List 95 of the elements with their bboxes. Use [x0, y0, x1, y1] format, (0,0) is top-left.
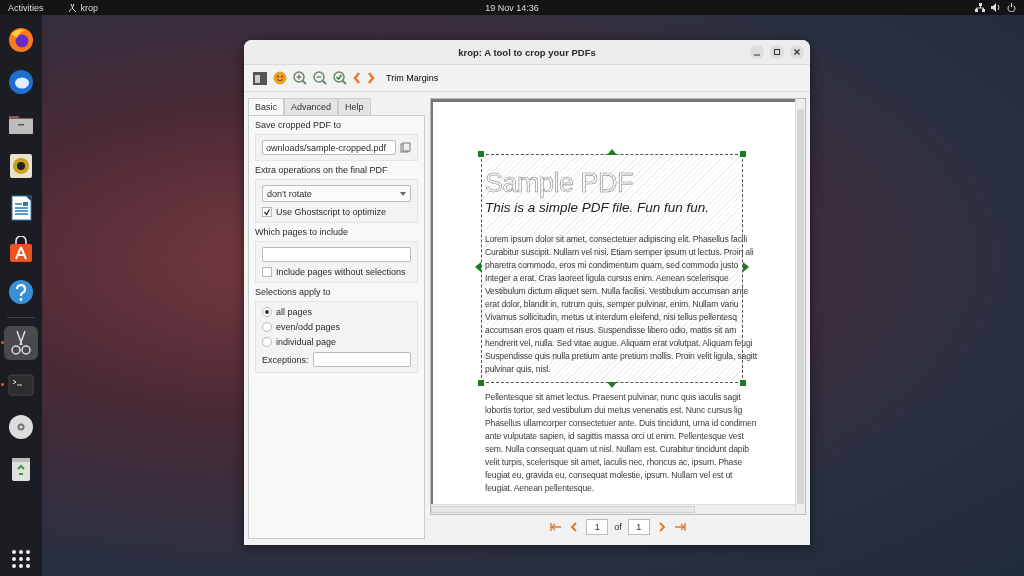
radio-button[interactable] — [262, 307, 272, 317]
text-line: Pellentesque sit amet lectus. Praesent pulvinar, nunc quis iaculis sagit — [485, 391, 741, 404]
speaker-icon — [7, 152, 35, 180]
horizontal-scrollbar[interactable] — [431, 504, 795, 514]
last-page-button[interactable] — [673, 522, 686, 532]
network-icon[interactable] — [975, 3, 985, 12]
copy-icon — [400, 142, 411, 153]
text-line: Vivamus sollicitudin, metus ut interdum eleifend, nisi tellus pellentesq — [485, 311, 737, 324]
browse-button[interactable] — [400, 142, 411, 153]
vertical-scrollbar[interactable] — [795, 99, 805, 514]
text-line: ante vulputate sapien, id sagittis massa orci ut enim. Pellentesque vest — [485, 430, 744, 443]
text-line: accumsan eros quam et risus. Suspendisse libero odio, mattis sit am — [485, 324, 737, 337]
zoom-out-button[interactable] — [312, 70, 328, 86]
clock[interactable]: 19 Nov 14:36 — [485, 2, 539, 13]
radio-button[interactable] — [262, 322, 272, 332]
tab[interactable]: Help — [338, 98, 371, 115]
document-title: Sample PDF — [485, 168, 635, 198]
first-page-button[interactable] — [550, 522, 563, 532]
pages-field[interactable] — [262, 247, 411, 262]
tab[interactable]: Advanced — [284, 98, 339, 115]
text-line: Integer a erat. Cras laoreet ligula cursus enim. Aenean scelerisque — [485, 272, 729, 285]
previous-button[interactable] — [352, 70, 362, 86]
text-line: hendrerit vel, nulla. Sed vitae augue. Aliquam erat volutpat. Aliquam feugi — [485, 337, 753, 350]
text-line: Phasellus ullamcorper consectetuer ante. Duis tincidunt, urna id condimen — [485, 417, 757, 430]
checkbox-label: Use Ghostscript to optimize — [276, 207, 387, 217]
document-icon — [252, 70, 268, 86]
power-icon[interactable] — [1007, 3, 1016, 12]
exceptions-field[interactable] — [312, 352, 411, 367]
section-heading: Save cropped PDF to — [255, 120, 343, 130]
text-line: pulvinar quis, nisl. — [485, 363, 551, 376]
scissors-icon — [67, 2, 77, 13]
smiley-icon — [272, 70, 288, 86]
page-total-field: 1 — [627, 519, 650, 535]
resize-handle[interactable] — [478, 151, 484, 157]
app-grid-icon[interactable] — [10, 548, 32, 570]
zoom-in-button[interactable] — [292, 70, 308, 86]
dock-item[interactable] — [4, 326, 38, 360]
window-title: krop: A tool to crop your PDFs — [458, 46, 596, 58]
previous-icon — [352, 70, 362, 86]
section-heading: Which pages to include — [255, 227, 350, 237]
section-heading: Extra operations on the final PDF — [255, 165, 389, 175]
zoom-in-icon — [292, 70, 308, 86]
radio-label: individual page — [276, 337, 337, 347]
shopping-bag-icon — [7, 236, 35, 264]
activities-button[interactable]: Activities — [8, 2, 44, 13]
resize-handle[interactable] — [740, 380, 746, 386]
last-page-icon — [673, 522, 686, 532]
radio-button[interactable] — [262, 337, 272, 347]
text-line: Suspendisse quis nulla pretium ante pretium mollis. Proin velit ligula, sagitt — [485, 350, 758, 363]
close-button[interactable] — [790, 45, 804, 59]
first-page-icon — [550, 522, 563, 532]
volume-icon[interactable] — [991, 3, 1001, 12]
exceptions-label: Exceptions: — [262, 354, 309, 365]
dropdown-arrow-icon — [400, 191, 406, 196]
text-line: Curabitur suscipit. Nullam vel nisi. Etiam semper ipsum ut lectus. Proin ali — [485, 246, 754, 259]
text-line: feugiat eu, gravida eu, consequat molestie, ipsum. Nullam vel est ut — [485, 469, 733, 482]
terminal-icon — [7, 371, 35, 399]
page-number-field[interactable]: 1 — [586, 519, 609, 535]
resize-handle[interactable] — [740, 151, 746, 157]
output-path-field[interactable]: ownloads/sample-cropped.pdf — [262, 140, 396, 155]
trim-margins-button[interactable]: Trim Margins — [386, 73, 439, 83]
maximize-button[interactable] — [770, 45, 784, 59]
text-line: erat dolor, blandit in, rutrum quis, semper pulvinar, enim. Nullam variu — [485, 298, 739, 311]
resize-handle[interactable] — [478, 380, 484, 386]
next-icon — [366, 70, 376, 86]
document-button[interactable] — [252, 70, 268, 86]
minimize-button[interactable] — [750, 45, 764, 59]
app-menu-label[interactable]: krop — [80, 2, 99, 13]
text-line: pharetra commodo, eros mi condimentum quam, sed commodo justo — [485, 259, 739, 272]
section-heading: Selections apply to — [255, 287, 332, 297]
disc-icon — [7, 413, 35, 441]
browser-icon — [7, 26, 35, 54]
zoom-fit-button[interactable] — [332, 70, 348, 86]
help-icon — [7, 278, 35, 306]
smiley-button[interactable] — [272, 70, 288, 86]
text-line: feugiat. Aenean pellentesque. — [485, 482, 594, 495]
maximize-icon — [773, 48, 781, 56]
mail-icon — [7, 68, 35, 96]
radio-label: even/odd pages — [276, 322, 341, 332]
text-line: lobortis tortor, sed vestibulum dui metus venenatis est. Nunc cursus lig — [485, 404, 743, 417]
next-button[interactable] — [366, 70, 376, 86]
rotate-dropdown[interactable]: don't rotate — [262, 185, 411, 202]
document-subtitle: This is a simple PDF file. Fun fun fun. — [485, 200, 711, 215]
checkbox[interactable] — [262, 267, 272, 277]
zoom-fit-icon — [332, 70, 348, 86]
checkbox[interactable] — [262, 207, 272, 217]
dropdown-value: don't rotate — [267, 188, 312, 199]
page-of-label: of — [614, 522, 622, 532]
text-line: velit turpis, scelerisque sit amet, iaculis nec, rhoncus ac, ipsum. Phase — [485, 456, 742, 469]
zoom-out-icon — [312, 70, 328, 86]
close-icon — [793, 48, 801, 56]
tab[interactable]: Basic — [248, 98, 284, 115]
text-line: sem. Nulla consequat quam ut nisl. Nullam est. Curabitur tincidunt dapib — [485, 443, 749, 456]
radio-label: all pages — [276, 307, 313, 317]
checkbox-label: Include pages without selections — [276, 267, 406, 277]
